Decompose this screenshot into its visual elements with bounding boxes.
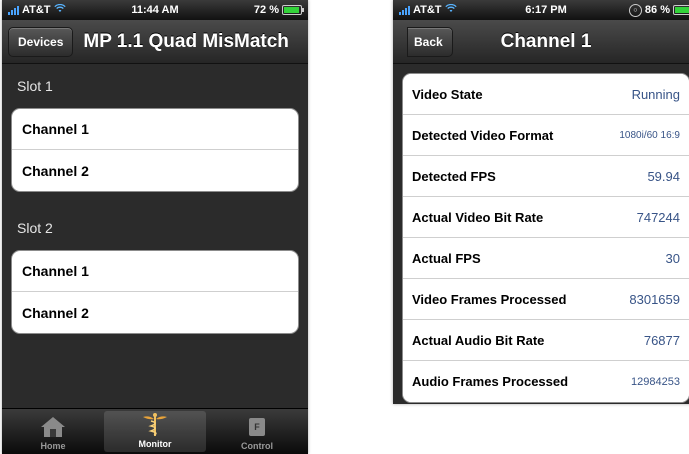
row-actual-fps: Actual FPS 30 xyxy=(403,238,689,279)
row-value: 1080i/60 16:9 xyxy=(619,129,680,141)
carrier-label: AT&T xyxy=(22,4,51,16)
carrier-group: AT&T xyxy=(8,3,66,16)
signal-icon xyxy=(8,5,19,15)
row-actual-audio-bit-rate: Actual Audio Bit Rate 76877 xyxy=(403,320,689,361)
tab-monitor-label: Monitor xyxy=(138,439,172,449)
row-value: 59.94 xyxy=(647,168,680,184)
battery-icon xyxy=(673,5,689,15)
slot-1-group: Channel 1 Channel 2 xyxy=(11,108,299,192)
phone-right: AT&T 6:17 PM ○ 86 % Back Channel 1 Video… xyxy=(393,0,689,404)
channel-details: Video State Running Detected Video Forma… xyxy=(393,64,689,404)
row-value: 30 xyxy=(665,250,680,266)
battery-group: ○ 86 % xyxy=(628,3,689,17)
nav-bar: Devices MP 1.1 Quad MisMatch xyxy=(2,20,308,64)
battery-percent: 72 % xyxy=(253,4,279,16)
section-header-slot-2: Slot 2 xyxy=(17,220,53,236)
wifi-icon xyxy=(444,3,457,16)
row-value: 8301659 xyxy=(629,291,680,307)
back-button[interactable]: Back xyxy=(407,26,453,57)
row-video-state: Video State Running xyxy=(403,74,689,115)
row-label: Detected FPS xyxy=(412,168,496,184)
battery-group: 72 % xyxy=(253,4,304,16)
row-label: Actual FPS xyxy=(412,250,481,266)
nav-bar: Back Channel 1 xyxy=(393,20,689,64)
tab-home[interactable]: Home xyxy=(2,409,104,454)
status-bar: AT&T 11:44 AM 72 % xyxy=(2,0,308,20)
section-header-slot-1: Slot 1 xyxy=(17,78,53,94)
list-item-slot2-channel2[interactable]: Channel 2 xyxy=(12,292,298,333)
carrier-group: AT&T xyxy=(399,3,457,16)
row-label: Detected Video Format xyxy=(412,127,554,143)
details-group: Video State Running Detected Video Forma… xyxy=(402,73,689,403)
row-value: 76877 xyxy=(643,332,680,348)
battery-icon xyxy=(282,5,304,15)
tab-control[interactable]: F Control xyxy=(206,409,308,454)
phone-left: AT&T 11:44 AM 72 % Devices MP 1.1 Quad M… xyxy=(2,0,308,454)
row-label: Video State xyxy=(412,86,483,102)
row-detected-fps: Detected FPS 59.94 xyxy=(403,156,689,197)
row-label: Actual Video Bit Rate xyxy=(412,209,544,225)
back-button-label: Back xyxy=(414,34,443,49)
row-value: Running xyxy=(631,86,680,102)
home-icon xyxy=(40,415,66,439)
battery-percent: 86 % xyxy=(644,4,670,16)
control-icon: F xyxy=(244,415,270,439)
signal-icon xyxy=(399,5,410,15)
row-actual-video-bit-rate: Actual Video Bit Rate 747244 xyxy=(403,197,689,238)
tab-monitor[interactable]: Monitor xyxy=(104,411,206,452)
caduceus-icon xyxy=(142,413,168,437)
row-detected-video-format: Detected Video Format 1080i/60 16:9 xyxy=(403,115,689,156)
row-label: Actual Audio Bit Rate xyxy=(412,332,545,348)
tab-home-label: Home xyxy=(40,441,66,451)
list-item-slot1-channel2[interactable]: Channel 2 xyxy=(12,150,298,191)
tab-bar: Home Monitor F Control xyxy=(2,408,308,454)
control-glyph: F xyxy=(249,418,265,436)
rotation-lock-icon: ○ xyxy=(628,3,642,17)
devices-button[interactable]: Devices xyxy=(8,26,74,57)
slot-2-group: Channel 1 Channel 2 xyxy=(11,250,299,334)
status-bar: AT&T 6:17 PM ○ 86 % xyxy=(393,0,689,20)
row-value: 747244 xyxy=(636,209,680,225)
tab-control-label: Control xyxy=(241,441,273,451)
carrier-label: AT&T xyxy=(413,4,442,16)
wifi-icon xyxy=(53,3,66,16)
list-item-slot1-channel1[interactable]: Channel 1 xyxy=(12,109,298,150)
row-label: Audio Frames Processed xyxy=(412,374,569,389)
list-item-slot2-channel1[interactable]: Channel 1 xyxy=(12,251,298,292)
slot-list: Slot 1 Channel 1 Channel 2 Slot 2 Channe… xyxy=(2,64,308,408)
row-value: 12984253 xyxy=(631,375,680,388)
row-video-frames-processed: Video Frames Processed 8301659 xyxy=(403,279,689,320)
row-label: Video Frames Processed xyxy=(412,291,567,307)
row-audio-frames-processed: Audio Frames Processed 12984253 xyxy=(403,361,689,402)
page-title: MP 1.1 Quad MisMatch xyxy=(83,30,289,52)
